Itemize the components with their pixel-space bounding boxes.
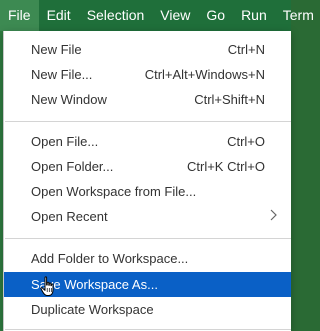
menu-go[interactable]: Go	[198, 0, 233, 31]
menu-item-label: Duplicate Workspace	[31, 302, 154, 317]
menu-item-shortcut: Ctrl+N	[227, 42, 265, 57]
menu-item-new-window[interactable]: New Window Ctrl+Shift+N	[4, 87, 291, 112]
menu-item-new-file[interactable]: New File Ctrl+N	[4, 37, 291, 62]
menu-edit[interactable]: Edit	[39, 0, 79, 31]
menu-item-label: Add Folder to Workspace...	[31, 251, 189, 266]
menu-item-open-workspace-from-file[interactable]: Open Workspace from File...	[4, 179, 291, 204]
menu-separator	[5, 121, 291, 122]
menu-file[interactable]: File	[0, 0, 39, 31]
menu-separator	[5, 329, 291, 330]
menu-item-shortcut: Ctrl+Alt+Windows+N	[144, 67, 265, 82]
hand-pointer-icon	[40, 276, 56, 298]
menu-item-shortcut: Ctrl+O	[227, 134, 265, 149]
menu-item-label: New Window	[31, 92, 107, 107]
menu-item-open-file[interactable]: Open File... Ctrl+O	[4, 129, 291, 154]
menu-bar: File Edit Selection View Go Run Term	[0, 0, 314, 31]
menu-item-shortcut: Ctrl+K Ctrl+O	[186, 159, 265, 174]
menu-run[interactable]: Run	[233, 0, 275, 31]
menu-item-new-file-ellipsis[interactable]: New File... Ctrl+Alt+Windows+N	[4, 62, 291, 87]
chevron-right-icon	[269, 209, 291, 224]
menu-view[interactable]: View	[152, 0, 198, 31]
menu-item-label: Open Folder...	[31, 159, 114, 174]
menu-item-shortcut: Ctrl+Shift+N	[194, 92, 265, 107]
menu-item-duplicate-workspace[interactable]: Duplicate Workspace	[4, 297, 291, 322]
menu-item-label: Open Workspace from File...	[31, 184, 197, 199]
menu-item-add-folder-to-workspace[interactable]: Add Folder to Workspace...	[4, 246, 291, 271]
menu-separator	[5, 238, 291, 239]
menu-item-open-folder[interactable]: Open Folder... Ctrl+K Ctrl+O	[4, 154, 291, 179]
menu-selection[interactable]: Selection	[79, 0, 153, 31]
menu-terminal[interactable]: Term	[275, 0, 320, 31]
menu-item-label: Open File...	[31, 134, 99, 149]
menu-item-label: Save Workspace As...	[31, 277, 158, 292]
menu-item-label: New File	[31, 42, 82, 57]
menu-item-label: New File...	[31, 67, 93, 82]
menu-item-open-recent[interactable]: Open Recent	[4, 204, 291, 229]
menu-item-label: Open Recent	[31, 209, 108, 224]
